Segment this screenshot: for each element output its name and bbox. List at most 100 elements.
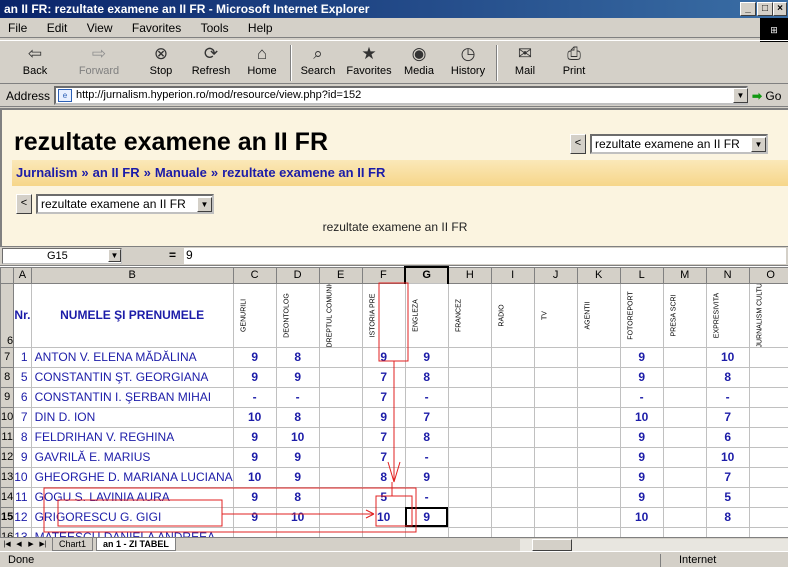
grade-cell[interactable]: 10 bbox=[620, 507, 663, 527]
refresh-button[interactable]: ⟳Refresh bbox=[186, 43, 236, 83]
grade-cell[interactable] bbox=[749, 507, 788, 527]
nr-cell[interactable]: 6 bbox=[14, 387, 31, 407]
grade-cell[interactable]: - bbox=[405, 527, 448, 537]
grade-cell[interactable] bbox=[663, 447, 706, 467]
grade-cell[interactable] bbox=[534, 527, 577, 537]
row-header[interactable]: 11 bbox=[1, 427, 14, 447]
first-sheet-icon[interactable]: |◀ bbox=[2, 539, 12, 550]
grade-cell[interactable]: - bbox=[233, 527, 276, 537]
nr-cell[interactable]: 11 bbox=[14, 487, 31, 507]
grade-cell[interactable] bbox=[663, 527, 706, 537]
nr-cell[interactable]: 12 bbox=[14, 507, 31, 527]
column-header-c[interactable]: C bbox=[233, 267, 276, 283]
grade-cell[interactable]: 9 bbox=[405, 347, 448, 367]
search-button[interactable]: ⌕Search bbox=[293, 43, 343, 83]
grade-cell[interactable]: 10 bbox=[276, 427, 319, 447]
grade-cell[interactable] bbox=[663, 507, 706, 527]
grade-cell[interactable] bbox=[534, 407, 577, 427]
column-header-g[interactable]: G bbox=[405, 267, 448, 283]
formula-input[interactable]: 9 bbox=[184, 248, 786, 264]
column-header-k[interactable]: K bbox=[577, 267, 620, 283]
grade-cell[interactable] bbox=[491, 467, 534, 487]
grade-cell[interactable] bbox=[491, 387, 534, 407]
column-header-e[interactable]: E bbox=[319, 267, 362, 283]
grade-cell[interactable]: 8 bbox=[706, 367, 749, 387]
nr-cell[interactable]: 1 bbox=[14, 347, 31, 367]
sheet-tab-an1-zi-tabel[interactable]: an 1 - ZI TABEL bbox=[96, 538, 176, 551]
grade-cell[interactable] bbox=[663, 427, 706, 447]
column-header-a[interactable]: A bbox=[14, 267, 31, 283]
address-dropdown-icon[interactable]: ▼ bbox=[733, 88, 748, 103]
row-header[interactable]: 6 bbox=[1, 283, 14, 347]
row-header[interactable]: 12 bbox=[1, 447, 14, 467]
grade-cell[interactable]: 6 bbox=[706, 427, 749, 447]
grade-cell[interactable] bbox=[319, 407, 362, 427]
prev-resource-button-2[interactable]: < bbox=[16, 194, 32, 214]
grade-cell[interactable]: - bbox=[706, 387, 749, 407]
grade-cell[interactable] bbox=[534, 487, 577, 507]
grade-cell[interactable]: 9 bbox=[620, 447, 663, 467]
mail-button[interactable]: ✉Mail bbox=[500, 43, 550, 83]
scrollbar-thumb[interactable] bbox=[532, 539, 572, 551]
print-button[interactable]: ⎙Print bbox=[549, 43, 599, 83]
grade-cell[interactable] bbox=[448, 507, 491, 527]
grade-cell[interactable] bbox=[319, 487, 362, 507]
grade-cell[interactable]: 7 bbox=[362, 427, 405, 447]
grade-cell[interactable] bbox=[448, 427, 491, 447]
nr-cell[interactable]: 9 bbox=[14, 447, 31, 467]
menu-file[interactable]: File bbox=[0, 18, 35, 36]
grade-cell[interactable]: 9 bbox=[276, 367, 319, 387]
name-cell[interactable]: GRIGORESCU G. GIGI bbox=[31, 507, 233, 527]
column-header-n[interactable]: N bbox=[706, 267, 749, 283]
grade-cell[interactable] bbox=[319, 467, 362, 487]
grade-cell[interactable]: - bbox=[362, 527, 405, 537]
grade-cell[interactable]: 9 bbox=[276, 447, 319, 467]
nr-cell[interactable]: 8 bbox=[14, 427, 31, 447]
favorites-button[interactable]: ★Favorites bbox=[343, 43, 395, 83]
grade-cell[interactable] bbox=[577, 387, 620, 407]
jump-to-select-2[interactable]: rezultate examene an II FR ▼ bbox=[36, 194, 214, 214]
row-header[interactable]: 15 bbox=[1, 507, 14, 527]
grade-cell[interactable] bbox=[577, 347, 620, 367]
grade-cell[interactable]: 10 bbox=[706, 447, 749, 467]
grade-cell[interactable]: 9 bbox=[362, 347, 405, 367]
grade-cell[interactable]: 7 bbox=[405, 407, 448, 427]
grade-cell[interactable]: 9 bbox=[620, 467, 663, 487]
cell-name-box[interactable]: G15▼ bbox=[2, 248, 122, 264]
name-cell[interactable]: FELDRIHAN V. REGHINA bbox=[31, 427, 233, 447]
grade-cell[interactable]: 9 bbox=[362, 407, 405, 427]
row-header[interactable]: 10 bbox=[1, 407, 14, 427]
grade-cell[interactable]: 10 bbox=[233, 467, 276, 487]
grade-cell[interactable] bbox=[577, 447, 620, 467]
column-header-m[interactable]: M bbox=[663, 267, 706, 283]
grade-cell[interactable] bbox=[491, 487, 534, 507]
menu-tools[interactable]: Tools bbox=[193, 18, 237, 36]
grade-cell[interactable]: 9 bbox=[276, 467, 319, 487]
grade-cell[interactable] bbox=[448, 447, 491, 467]
last-sheet-icon[interactable]: ▶| bbox=[38, 539, 48, 550]
grade-cell[interactable] bbox=[663, 487, 706, 507]
grade-cell[interactable]: 7 bbox=[362, 447, 405, 467]
grade-cell[interactable] bbox=[491, 367, 534, 387]
grade-cell[interactable] bbox=[491, 527, 534, 537]
grade-cell[interactable] bbox=[319, 367, 362, 387]
grade-cell[interactable] bbox=[749, 427, 788, 447]
prev-resource-button[interactable]: < bbox=[570, 134, 586, 154]
grade-cell[interactable]: - bbox=[620, 387, 663, 407]
grade-cell[interactable]: 7 bbox=[362, 367, 405, 387]
history-button[interactable]: ◷History bbox=[443, 43, 493, 83]
grade-cell[interactable]: 8 bbox=[405, 367, 448, 387]
grade-cell[interactable] bbox=[319, 527, 362, 537]
grade-cell[interactable] bbox=[491, 427, 534, 447]
grade-cell[interactable] bbox=[534, 507, 577, 527]
home-button[interactable]: ⌂Home bbox=[237, 43, 287, 83]
grade-cell[interactable]: 9 bbox=[233, 347, 276, 367]
column-header-j[interactable]: J bbox=[534, 267, 577, 283]
row-header[interactable]: 13 bbox=[1, 467, 14, 487]
grade-cell[interactable]: 9 bbox=[405, 507, 448, 527]
grade-cell[interactable] bbox=[534, 467, 577, 487]
grade-cell[interactable] bbox=[663, 387, 706, 407]
grade-cell[interactable] bbox=[448, 527, 491, 537]
column-header-h[interactable]: H bbox=[448, 267, 491, 283]
grade-cell[interactable]: 5 bbox=[362, 487, 405, 507]
